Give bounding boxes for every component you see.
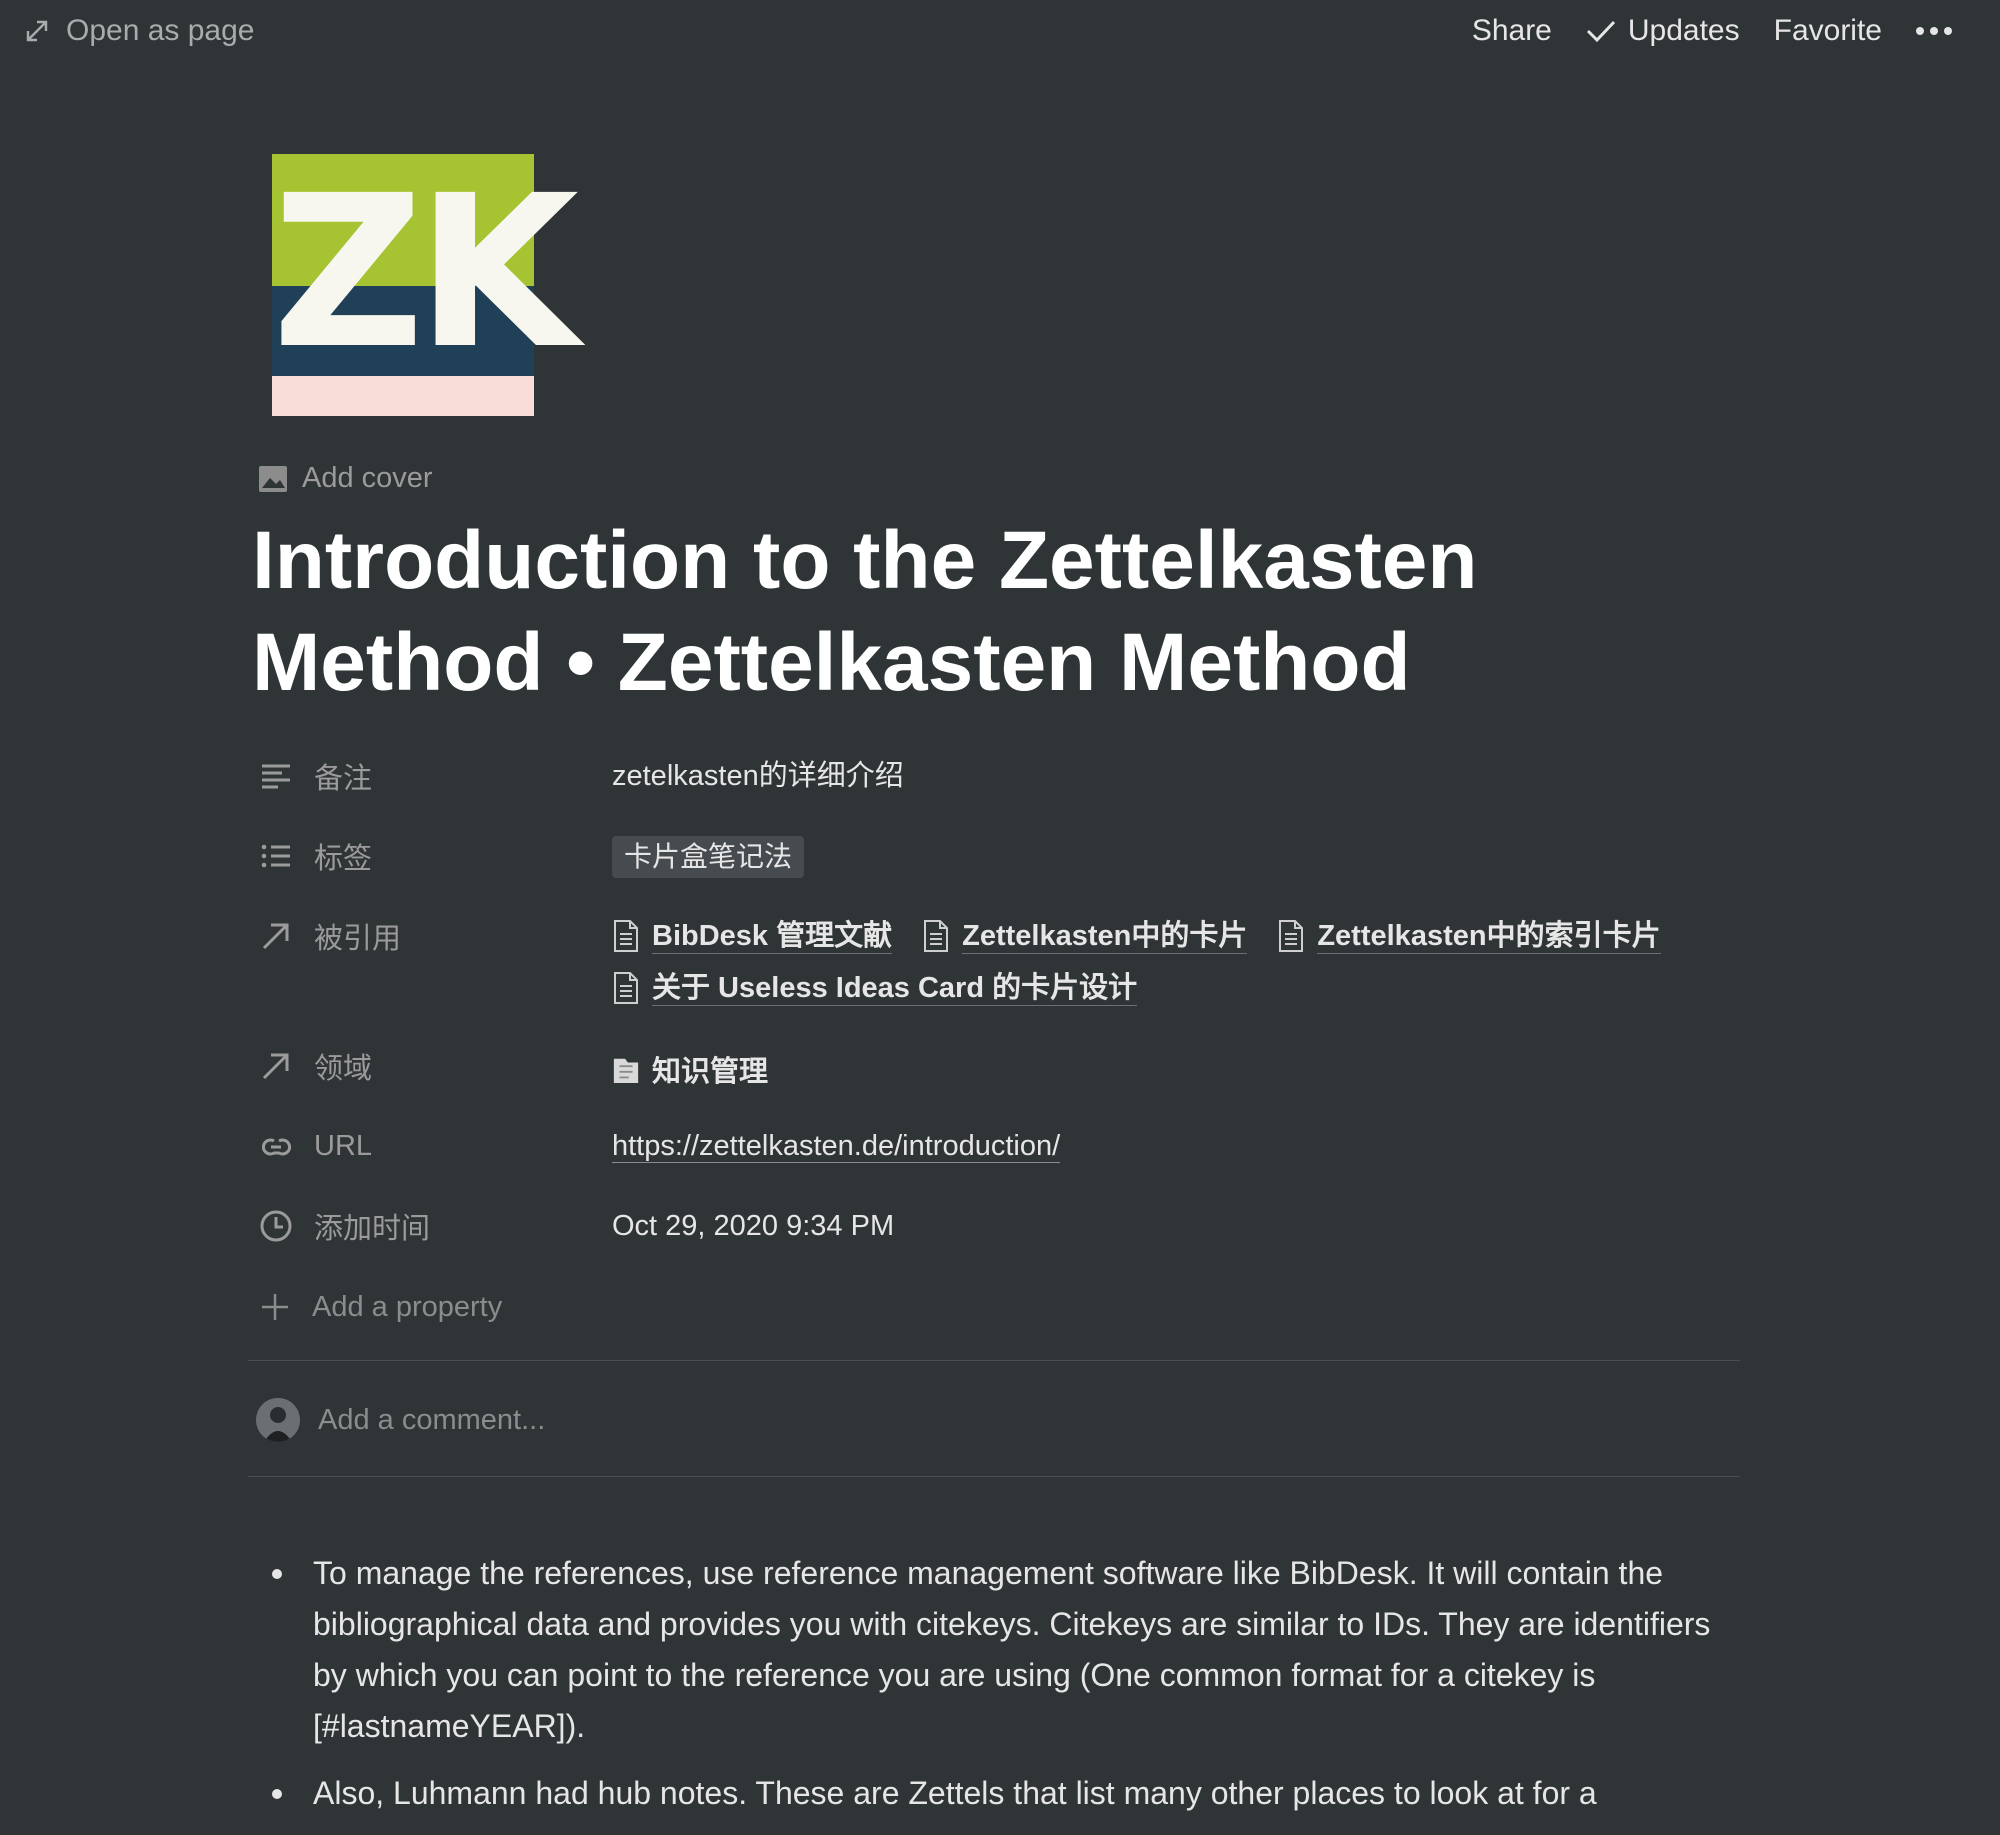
property-note-value[interactable]: zetelkasten的详细介绍 [612, 748, 904, 804]
checkmark-icon [1586, 20, 1615, 43]
add-property-button[interactable]: Add a property [258, 1290, 502, 1324]
open-as-page-button[interactable]: Open as page [22, 14, 254, 48]
plus-icon [262, 1294, 288, 1320]
list-item-text: Also, Luhmann had hub notes. These are Z… [313, 1775, 1597, 1811]
more-options-icon[interactable] [1916, 27, 1952, 35]
divider [248, 1360, 1740, 1361]
bullet-dot [272, 1569, 282, 1579]
expand-arrows-icon [22, 16, 52, 46]
relation-link[interactable]: Zettelkasten中的索引卡片 [1277, 919, 1661, 954]
property-note-name: 备注 [314, 763, 373, 795]
clock-icon [258, 1208, 294, 1244]
add-property-label: Add a property [312, 1290, 503, 1323]
relation-link-label: 知识管理 [652, 1056, 769, 1088]
comment-placeholder: Add a comment... [318, 1403, 546, 1436]
arrow-up-right-icon [258, 1048, 294, 1084]
add-cover-button[interactable]: Add cover [258, 462, 433, 495]
relation-link-label: Zettelkasten中的索引卡片 [1317, 919, 1661, 954]
list-icon [258, 838, 294, 874]
tag-chip[interactable]: 卡片盒笔记法 [612, 836, 805, 878]
updates-button[interactable]: Updates [1586, 14, 1740, 48]
document-icon [1279, 920, 1304, 952]
property-added-time-value: Oct 29, 2020 9:34 PM [612, 1210, 895, 1242]
page-icon[interactable]: ZK [272, 150, 579, 416]
document-icon [924, 920, 949, 952]
property-tags-name: 标签 [314, 843, 373, 875]
image-icon [259, 465, 287, 492]
relation-link[interactable]: Zettelkasten中的卡片 [922, 919, 1248, 954]
avatar [256, 1398, 300, 1442]
relation-link[interactable]: 知识管理 [612, 1048, 768, 1090]
page-icon-text: ZK [272, 150, 579, 395]
property-domain-name: 领域 [314, 1053, 373, 1085]
relation-link-label: BibDesk 管理文献 [652, 919, 893, 954]
divider [248, 1476, 1740, 1477]
relation-link-label: Zettelkasten中的卡片 [962, 919, 1248, 954]
page-title[interactable]: Introduction to the Zettelkasten Method … [252, 510, 1772, 714]
list-item[interactable]: To manage the references, use reference … [258, 1548, 1718, 1752]
url-link[interactable]: https://zettelkasten.de/introduction/ [612, 1130, 1061, 1163]
bullet-dot [272, 1789, 282, 1799]
document-icon [614, 972, 638, 1004]
document-icon [614, 920, 638, 952]
bullet-list: To manage the references, use reference … [258, 1548, 1718, 1835]
folder-document-icon [613, 1058, 639, 1083]
link-icon [258, 1128, 294, 1164]
updates-label: Updates [1627, 14, 1740, 47]
share-button[interactable]: Share [1472, 14, 1552, 48]
add-cover-label: Add cover [302, 462, 433, 494]
list-item[interactable]: Also, Luhmann had hub notes. These are Z… [258, 1768, 1718, 1819]
property-cited-by-name: 被引用 [314, 923, 402, 955]
arrow-up-right-icon [258, 918, 294, 954]
comment-input[interactable]: Add a comment... [256, 1398, 545, 1442]
list-item-text: To manage the references, use reference … [313, 1555, 1711, 1744]
top-bar: Open as page Share Updates Favorite [0, 0, 2000, 70]
open-as-page-label: Open as page [66, 14, 255, 47]
relation-link-label: 关于 Useless Ideas Card 的卡片设计 [652, 971, 1138, 1006]
text-lines-icon [258, 758, 294, 794]
relation-link[interactable]: BibDesk 管理文献 [612, 919, 893, 954]
relation-link[interactable]: 关于 Useless Ideas Card 的卡片设计 [612, 971, 1138, 1006]
property-added-time-name: 添加时间 [314, 1213, 431, 1245]
favorite-button[interactable]: Favorite [1774, 14, 1882, 48]
property-url-name: URL [314, 1129, 373, 1162]
